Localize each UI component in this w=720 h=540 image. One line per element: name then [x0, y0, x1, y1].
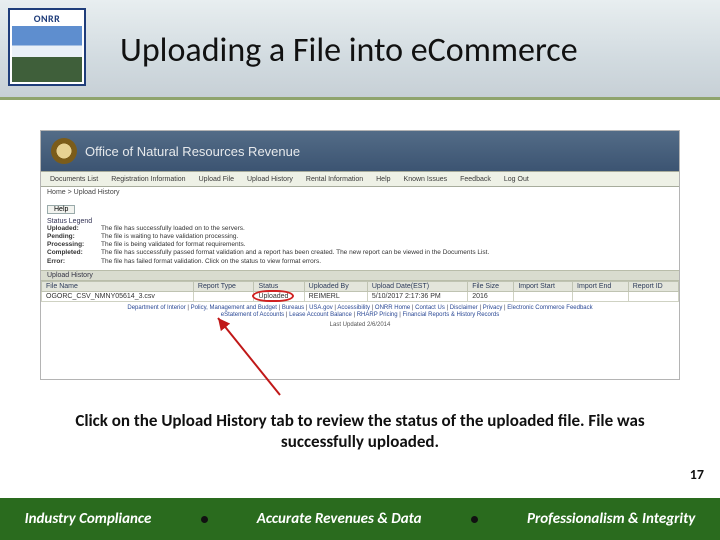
legend-val-error: The file has failed format validation. C…: [101, 258, 321, 265]
bullet-icon: [471, 516, 478, 523]
seal-icon: [51, 138, 77, 164]
tab-rental-information[interactable]: Rental Information: [301, 175, 368, 184]
slide-footer: Industry Compliance Accurate Revenues & …: [0, 498, 720, 540]
cell-import-end: [573, 291, 629, 301]
footer-right: Professionalism & Integrity: [527, 510, 695, 528]
legend-key-pending: Pending:: [47, 233, 101, 241]
tab-upload-file[interactable]: Upload File: [194, 175, 239, 184]
onrr-logo-text: ONRR: [34, 12, 61, 25]
cell-report-id: [628, 291, 678, 301]
tab-feedback[interactable]: Feedback: [455, 175, 496, 184]
section-upload-history: Upload History: [41, 270, 679, 281]
legend-val-processing: The file is being validated for format r…: [101, 241, 246, 248]
page-number: 17: [690, 466, 704, 483]
status-legend-title: Status Legend: [41, 216, 679, 225]
col-file-name: File Name: [42, 281, 194, 291]
onrr-logo: ONRR: [8, 8, 86, 86]
col-import-start: Import Start: [514, 281, 573, 291]
cell-status[interactable]: Uploaded: [254, 291, 304, 301]
footer-mid: Accurate Revenues & Data: [257, 510, 422, 528]
bullet-icon: [201, 516, 208, 523]
legend-key-completed: Completed:: [47, 249, 101, 257]
table-header-row: File Name Report Type Status Uploaded By…: [42, 281, 679, 291]
cell-uploaded-by: REIMERL: [304, 291, 367, 301]
legend-key-processing: Processing:: [47, 241, 101, 249]
tab-log-out[interactable]: Log Out: [499, 175, 534, 184]
tab-documents-list[interactable]: Documents List: [45, 175, 103, 184]
tab-registration-information[interactable]: Registration Information: [106, 175, 190, 184]
cell-upload-date: 5/10/2017 2:17:36 PM: [367, 291, 467, 301]
status-legend: Uploaded:The file has successfully loade…: [41, 225, 679, 270]
tab-upload-history[interactable]: Upload History: [242, 175, 298, 184]
footer-links-line1: Department of Interior | Policy, Managem…: [45, 305, 675, 313]
footer-last-updated: Last Updated 2/6/2014: [45, 322, 675, 330]
cell-report-type: [193, 291, 254, 301]
onrr-logo-image: [12, 26, 82, 82]
col-upload-date: Upload Date(EST): [367, 281, 467, 291]
slide-caption: Click on the Upload History tab to revie…: [40, 410, 680, 453]
tab-known-issues[interactable]: Known Issues: [399, 175, 453, 184]
screenshot-footer-links: Department of Interior | Policy, Managem…: [41, 302, 679, 331]
col-uploaded-by: Uploaded By: [304, 281, 367, 291]
col-report-id: Report ID: [628, 281, 678, 291]
screenshot: Office of Natural Resources Revenue Docu…: [40, 130, 680, 380]
legend-key-uploaded: Uploaded:: [47, 225, 101, 233]
legend-val-uploaded: The file has successfully loaded on to t…: [101, 225, 245, 232]
app-banner: Office of Natural Resources Revenue: [41, 131, 679, 171]
footer-left: Industry Compliance: [25, 510, 152, 528]
legend-val-pending: The file is waiting to have validation p…: [101, 233, 238, 240]
slide-title: Uploading a File into eCommerce: [120, 30, 700, 71]
legend-key-error: Error:: [47, 258, 101, 266]
upload-history-table: File Name Report Type Status Uploaded By…: [41, 281, 679, 302]
help-button[interactable]: Help: [47, 205, 75, 214]
cell-file-name: OGORC_CSV_NMNY05614_3.csv: [42, 291, 194, 301]
col-import-end: Import End: [573, 281, 629, 291]
col-status: Status: [254, 281, 304, 291]
legend-val-completed: The file has successfully passed format …: [101, 249, 489, 256]
app-banner-title: Office of Natural Resources Revenue: [85, 144, 300, 159]
footer-links-line2: eStatement of Accounts | Lease Account B…: [45, 312, 675, 320]
col-file-size: File Size: [468, 281, 514, 291]
cell-status-text: Uploaded: [258, 293, 288, 300]
tab-help[interactable]: Help: [371, 175, 395, 184]
cell-import-start: [514, 291, 573, 301]
tab-bar: Documents List Registration Information …: [41, 171, 679, 187]
table-row: OGORC_CSV_NMNY05614_3.csv Uploaded REIME…: [42, 291, 679, 301]
col-report-type: Report Type: [193, 281, 254, 291]
breadcrumb: Home > Upload History: [41, 187, 679, 198]
cell-file-size: 2016: [468, 291, 514, 301]
